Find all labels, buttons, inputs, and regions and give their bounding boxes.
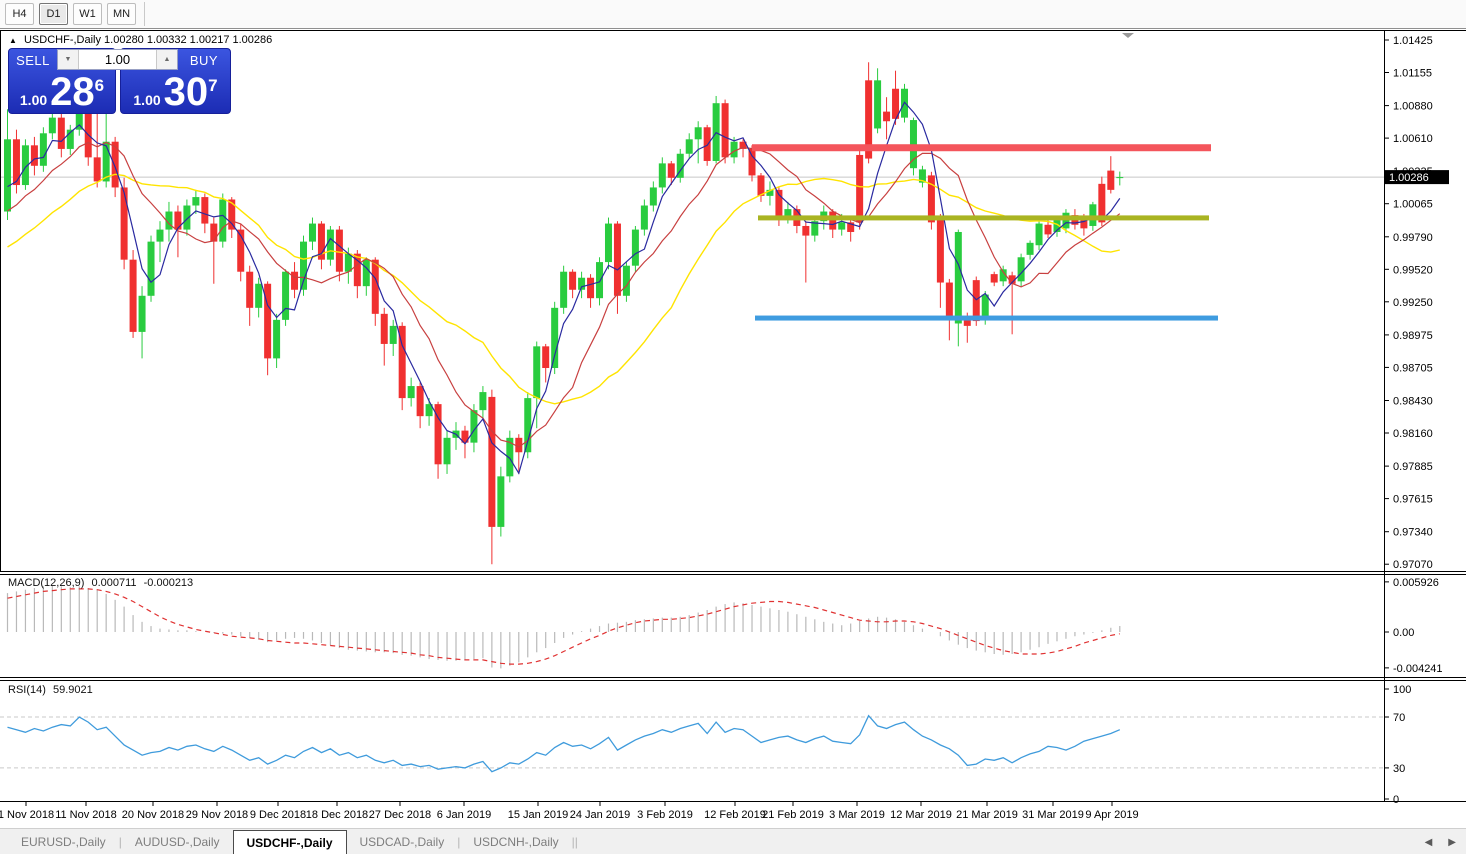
svg-text:0: 0 [1393,794,1399,806]
tabs-scroll-right-icon[interactable]: ▶ [1448,837,1456,848]
svg-text:1.00610: 1.00610 [1393,133,1433,145]
svg-text:12 Mar 2019: 12 Mar 2019 [890,809,952,821]
volume-decrease-button[interactable]: ▼ [58,50,79,69]
macd-name: MACD(12,26,9) [8,577,84,589]
svg-text:3 Mar 2019: 3 Mar 2019 [829,809,885,821]
svg-text:9 Apr 2019: 9 Apr 2019 [1085,809,1138,821]
svg-text:30: 30 [1393,763,1405,775]
svg-text:100: 100 [1393,684,1411,696]
rsi-name: RSI(14) [8,684,46,696]
svg-text:0.97885: 0.97885 [1393,461,1433,473]
svg-text:0.97340: 0.97340 [1393,527,1433,539]
buy-button[interactable]: BUY [179,50,229,70]
sell-button[interactable]: SELL [10,50,56,70]
macd-indicator-label: MACD(12,26,9) 0.000711 -0.000213 [8,577,193,589]
svg-text:1.00065: 1.00065 [1393,199,1433,211]
svg-text:0.98430: 0.98430 [1393,396,1433,408]
svg-text:0.99790: 0.99790 [1393,232,1433,244]
one-click-trade-panel: SELL BUY ▼ 1.00 ▲ 1.00 28 6 1.00 30 7 [8,48,231,114]
svg-text:12 Feb 2019: 12 Feb 2019 [704,809,766,821]
svg-text:0.99250: 0.99250 [1393,297,1433,309]
svg-text:-0.004241: -0.004241 [1393,663,1443,675]
tab-usdcad-daily[interactable]: USDCAD-,Daily [347,829,458,854]
svg-text:1.01425: 1.01425 [1393,35,1433,47]
chart-canvas[interactable]: 1.014251.011551.008801.006101.003351.000… [0,0,1466,854]
svg-text:1.00880: 1.00880 [1393,101,1433,113]
mt4-window: 1.014251.011551.008801.006101.003351.000… [0,0,1466,854]
svg-text:3 Feb 2019: 3 Feb 2019 [637,809,693,821]
buy-price[interactable]: 1.00 30 7 [120,73,231,111]
tab-usdcnh-daily[interactable]: USDCNH-,Daily [460,829,571,854]
sell-price-point: 6 [95,76,104,96]
chevron-up-icon: ▲ [164,56,171,63]
chart-tabbar: EURUSD-,Daily | AUDUSD-,DailyUSDCHF-,Daily… [0,828,1466,854]
svg-text:0.98705: 0.98705 [1393,362,1433,374]
macd-signal-value: -0.000213 [144,577,194,589]
timeframe-button-h4[interactable]: H4 [5,3,34,25]
sell-price-prefix: 1.00 [20,92,47,108]
buy-price-point: 7 [208,76,217,96]
svg-text:11 Nov 2018: 11 Nov 2018 [55,809,117,821]
svg-text:29 Nov 2018: 29 Nov 2018 [186,809,248,821]
volume-increase-button[interactable]: ▲ [156,50,177,69]
macd-value: 0.000711 [91,577,136,589]
svg-text:1.00286: 1.00286 [1389,172,1429,184]
toolbar-separator [144,2,145,26]
svg-text:20 Nov 2018: 20 Nov 2018 [122,809,184,821]
tab-separator: | [575,835,578,849]
svg-text:24 Jan 2019: 24 Jan 2019 [570,809,631,821]
svg-text:15 Jan 2019: 15 Jan 2019 [508,809,569,821]
timeframe-button-d1[interactable]: D1 [39,3,68,25]
tab-usdchf-daily[interactable]: USDCHF-,Daily [233,830,347,854]
svg-text:0.97615: 0.97615 [1393,494,1433,506]
buy-price-pips: 30 [164,73,209,111]
chevron-down-icon: ▼ [65,56,72,63]
svg-text:0.99520: 0.99520 [1393,264,1433,276]
svg-text:0.98975: 0.98975 [1393,330,1433,342]
svg-text:21 Mar 2019: 21 Mar 2019 [956,809,1018,821]
svg-text:0.97070: 0.97070 [1393,559,1433,571]
buy-price-prefix: 1.00 [133,92,160,108]
timeframe-button-w1[interactable]: W1 [73,3,102,25]
tab-eurusd-daily[interactable]: EURUSD-,Daily [8,829,119,854]
sell-price-pips: 28 [50,73,95,111]
svg-text:1.01155: 1.01155 [1393,67,1432,79]
rsi-value: 59.9021 [53,684,93,696]
svg-text:0.98160: 0.98160 [1393,428,1433,440]
timeframe-toolbar: H4D1W1MN [0,0,1466,29]
tab-audusd-daily[interactable]: AUDUSD-,Daily [122,829,233,854]
timeframe-button-mn[interactable]: MN [107,3,136,25]
sell-price[interactable]: 1.00 28 6 [8,73,116,111]
volume-value[interactable]: 1.00 [79,50,156,69]
chart-header: ▲ USDCHF-,Daily 1.00280 1.00332 1.00217 … [9,34,272,46]
tabs-scroll-left-icon[interactable]: ◀ [1425,837,1433,848]
svg-text:27 Dec 2018: 27 Dec 2018 [369,809,431,821]
svg-text:31 Mar 2019: 31 Mar 2019 [1022,809,1084,821]
svg-text:70: 70 [1393,712,1405,724]
svg-text:6 Jan 2019: 6 Jan 2019 [437,809,491,821]
svg-text:1 Nov 2018: 1 Nov 2018 [0,809,54,821]
svg-text:0.00: 0.00 [1393,627,1414,639]
svg-text:9 Dec 2018: 9 Dec 2018 [250,809,306,821]
symbol-ohlc-label: USDCHF-,Daily 1.00280 1.00332 1.00217 1.… [24,34,272,46]
svg-text:18 Dec 2018: 18 Dec 2018 [306,809,368,821]
tab-scroll-arrows: ◀ ▶ [1425,829,1456,854]
collapse-panel-icon[interactable]: ▲ [9,36,17,45]
volume-stepper[interactable]: ▼ 1.00 ▲ [57,49,178,70]
svg-text:21 Feb 2019: 21 Feb 2019 [762,809,824,821]
rsi-indicator-label: RSI(14) 59.9021 [8,684,93,696]
svg-text:0.005926: 0.005926 [1393,577,1439,589]
